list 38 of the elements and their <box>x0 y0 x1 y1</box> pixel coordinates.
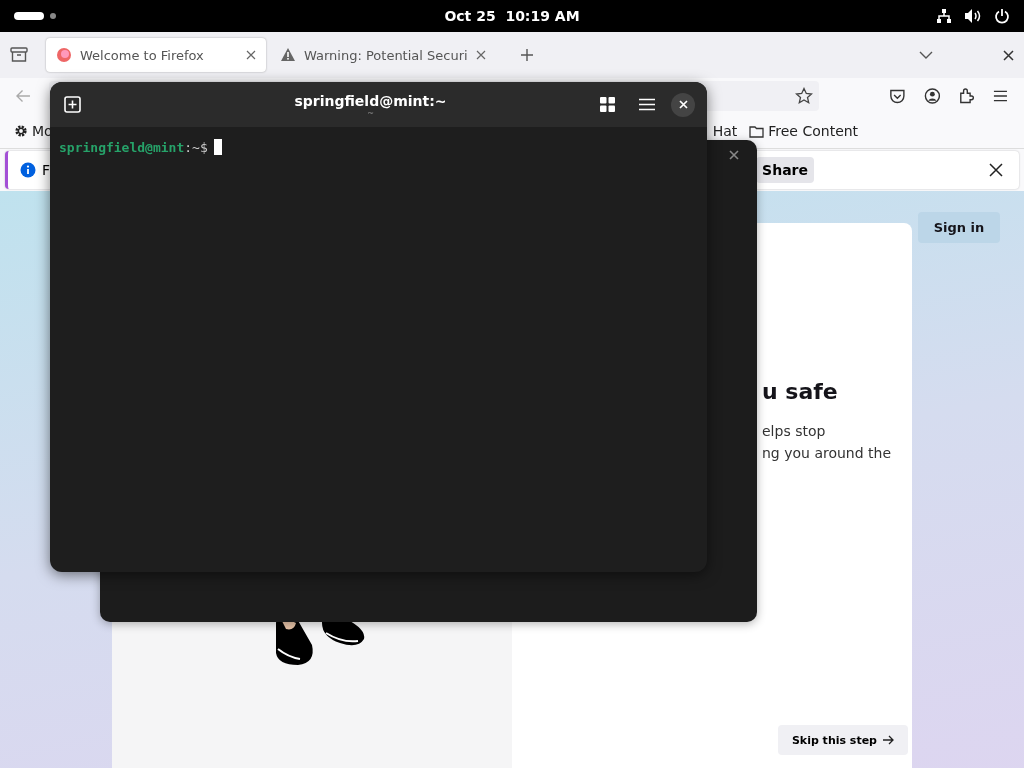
star-icon[interactable] <box>794 87 813 105</box>
heading: u safe <box>762 379 838 404</box>
window-subtitle: ~ <box>367 109 374 118</box>
share-button[interactable]: Share <box>756 157 814 183</box>
tab-list-icon[interactable] <box>10 47 28 63</box>
text-cursor <box>213 139 222 155</box>
gear-icon <box>14 124 28 138</box>
account-icon[interactable] <box>923 87 941 105</box>
bookmark-item[interactable]: Free Content <box>749 123 859 139</box>
bookmark-item[interactable]: Hat <box>712 123 738 139</box>
info-icon <box>20 162 36 178</box>
folder-icon <box>749 124 765 138</box>
firefox-icon <box>56 47 72 63</box>
notification-text: F <box>42 162 51 178</box>
close-icon <box>678 100 688 109</box>
browser-tab[interactable]: Warning: Potential Securi <box>270 38 496 72</box>
close-icon[interactable] <box>989 163 1003 177</box>
close-icon[interactable] <box>1003 49 1014 61</box>
skip-button[interactable]: Skip this step <box>777 725 908 755</box>
chevron-down-icon[interactable] <box>919 51 933 59</box>
browser-tab[interactable]: Welcome to Firefox <box>46 38 266 72</box>
body-text: ng you around the <box>762 444 892 463</box>
warning-icon <box>280 47 296 63</box>
clock[interactable]: Oct 25 10:19 AM <box>442 8 582 24</box>
grid-icon[interactable] <box>600 97 615 112</box>
terminal-prompt: springfield@mint:~$ <box>59 139 208 155</box>
sign-in-button[interactable]: Sign in <box>918 212 1000 243</box>
menu-icon[interactable] <box>993 89 1009 103</box>
arrow-right-icon <box>883 735 894 745</box>
pocket-icon[interactable] <box>888 87 906 105</box>
extensions-icon[interactable] <box>958 87 976 105</box>
window-title: springfield@mint:~ <box>294 91 447 110</box>
power-icon[interactable] <box>994 8 1010 24</box>
close-button[interactable] <box>671 92 695 117</box>
network-icon[interactable] <box>936 8 952 24</box>
volume-icon[interactable] <box>964 8 982 24</box>
body-text: elps stop <box>762 422 826 441</box>
activities-indicator[interactable] <box>14 12 56 20</box>
